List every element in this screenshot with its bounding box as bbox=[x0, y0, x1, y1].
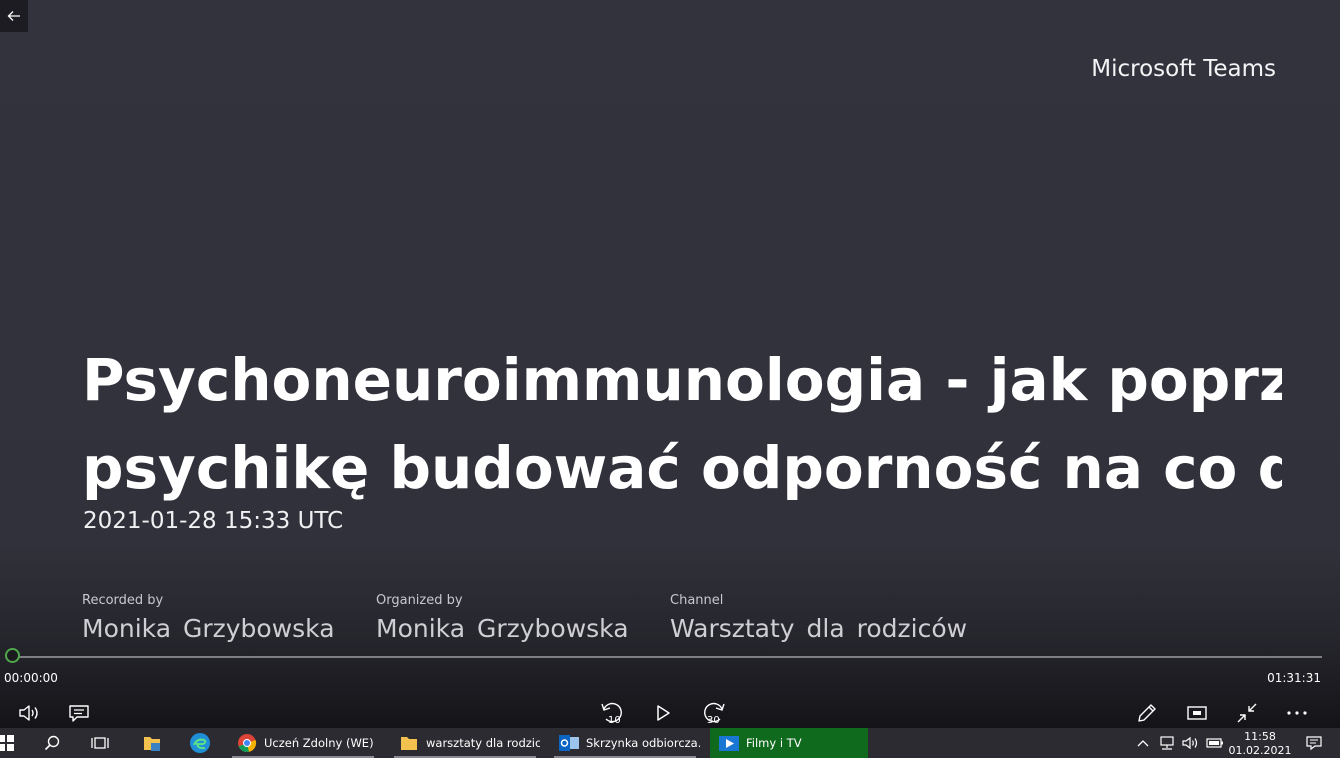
chrome-icon bbox=[236, 732, 258, 754]
taskbar-app-folder[interactable]: warsztaty dla rodzic... bbox=[390, 728, 540, 758]
taskbar: Uczeń Zdolny (WE) ... warsztaty dla rodz… bbox=[0, 728, 1340, 758]
skip-back-10-button[interactable]: 10 bbox=[598, 698, 628, 728]
show-hidden-icons-button[interactable] bbox=[1134, 728, 1152, 758]
play-button[interactable] bbox=[648, 698, 678, 728]
recorded-by: Recorded by Monika Grzybowska bbox=[82, 593, 372, 643]
search-icon bbox=[44, 735, 60, 751]
battery-button[interactable] bbox=[1204, 728, 1226, 758]
back-arrow-icon bbox=[7, 11, 20, 21]
notifications-button[interactable] bbox=[1302, 728, 1326, 758]
taskbar-clock[interactable]: 11:58 01.02.2021 bbox=[1228, 730, 1292, 758]
taskbar-app-label: Skrzynka odbiorcza... bbox=[586, 736, 700, 750]
exit-fullscreen-button[interactable] bbox=[1232, 698, 1262, 728]
more-options-button[interactable] bbox=[1282, 698, 1312, 728]
pencil-icon bbox=[1138, 704, 1156, 722]
taskbar-app-outlook[interactable]: Skrzynka odbiorcza... bbox=[550, 728, 700, 758]
captions-button[interactable] bbox=[64, 698, 94, 728]
meeting-datetime: 2021-01-28 15:33 UTC bbox=[83, 508, 344, 534]
mini-view-icon bbox=[1187, 706, 1207, 720]
organized-by: Organized by Monika Grzybowska bbox=[376, 593, 666, 643]
folder-icon bbox=[398, 732, 420, 754]
file-explorer-icon bbox=[144, 737, 160, 751]
skip-forward-30-button[interactable]: 30 bbox=[698, 698, 728, 728]
clock-time: 11:58 bbox=[1244, 730, 1276, 743]
network-icon bbox=[1160, 736, 1174, 750]
play-icon bbox=[657, 705, 670, 721]
skip-back-label: 10 bbox=[608, 715, 621, 726]
mini-view-button[interactable] bbox=[1182, 698, 1212, 728]
organized-by-value: Monika Grzybowska bbox=[376, 614, 629, 643]
exit-fullscreen-icon bbox=[1237, 703, 1257, 723]
notification-icon bbox=[1306, 736, 1322, 751]
start-button[interactable] bbox=[0, 728, 26, 758]
brand-label: Microsoft Teams bbox=[1091, 56, 1276, 82]
edge-icon bbox=[190, 733, 210, 753]
meeting-title: Psychoneuroimmunologia - jak poprzez psy… bbox=[82, 336, 1282, 512]
task-view-icon bbox=[91, 737, 109, 749]
progress-handle[interactable] bbox=[5, 648, 20, 663]
speaker-icon bbox=[1182, 736, 1198, 750]
channel-label: Channel bbox=[670, 593, 724, 608]
taskbar-file-explorer[interactable] bbox=[132, 728, 172, 758]
volume-button[interactable] bbox=[14, 698, 44, 728]
progress-bar[interactable] bbox=[14, 656, 1322, 658]
recorded-by-label: Recorded by bbox=[82, 593, 164, 608]
captions-icon bbox=[69, 705, 89, 722]
total-time: 01:31:31 bbox=[1267, 671, 1321, 685]
meeting-title-line-1: Psychoneuroimmunologia - jak poprzez bbox=[82, 346, 1282, 414]
taskbar-app-label: Uczeń Zdolny (WE) ... bbox=[264, 736, 378, 750]
taskbar-app-films-tv[interactable]: Filmy i TV bbox=[710, 728, 868, 758]
task-view-button[interactable] bbox=[80, 728, 120, 758]
recorded-by-value: Monika Grzybowska bbox=[82, 614, 335, 643]
organized-by-label: Organized by bbox=[376, 593, 463, 608]
clock-date: 01.02.2021 bbox=[1228, 744, 1292, 757]
taskbar-app-label: warsztaty dla rodzic... bbox=[426, 736, 540, 750]
edit-button[interactable] bbox=[1132, 698, 1162, 728]
films-tv-icon bbox=[718, 732, 740, 754]
outlook-icon bbox=[558, 732, 580, 754]
volume-icon bbox=[19, 705, 38, 721]
volume-tray-button[interactable] bbox=[1180, 728, 1200, 758]
battery-icon bbox=[1206, 738, 1223, 748]
taskbar-app-label: Filmy i TV bbox=[746, 736, 802, 750]
skip-forward-label: 30 bbox=[707, 715, 720, 726]
network-button[interactable] bbox=[1156, 728, 1178, 758]
current-time: 00:00:00 bbox=[4, 671, 58, 685]
channel-value: Warsztaty dla rodziców bbox=[670, 614, 968, 643]
meeting-title-line-2: psychikę budować odporność na co d... bbox=[82, 434, 1282, 502]
skip-back-icon: 10 bbox=[601, 702, 622, 726]
taskbar-edge[interactable] bbox=[180, 728, 220, 758]
back-button[interactable] bbox=[0, 0, 28, 32]
chevron-up-icon bbox=[1137, 740, 1149, 747]
taskbar-app-chrome[interactable]: Uczeń Zdolny (WE) ... bbox=[228, 728, 378, 758]
channel: Channel Warsztaty dla rodziców bbox=[670, 593, 968, 643]
windows-icon bbox=[0, 735, 14, 751]
search-button[interactable] bbox=[32, 728, 72, 758]
skip-forward-icon: 30 bbox=[704, 702, 725, 726]
more-icon bbox=[1287, 711, 1307, 715]
